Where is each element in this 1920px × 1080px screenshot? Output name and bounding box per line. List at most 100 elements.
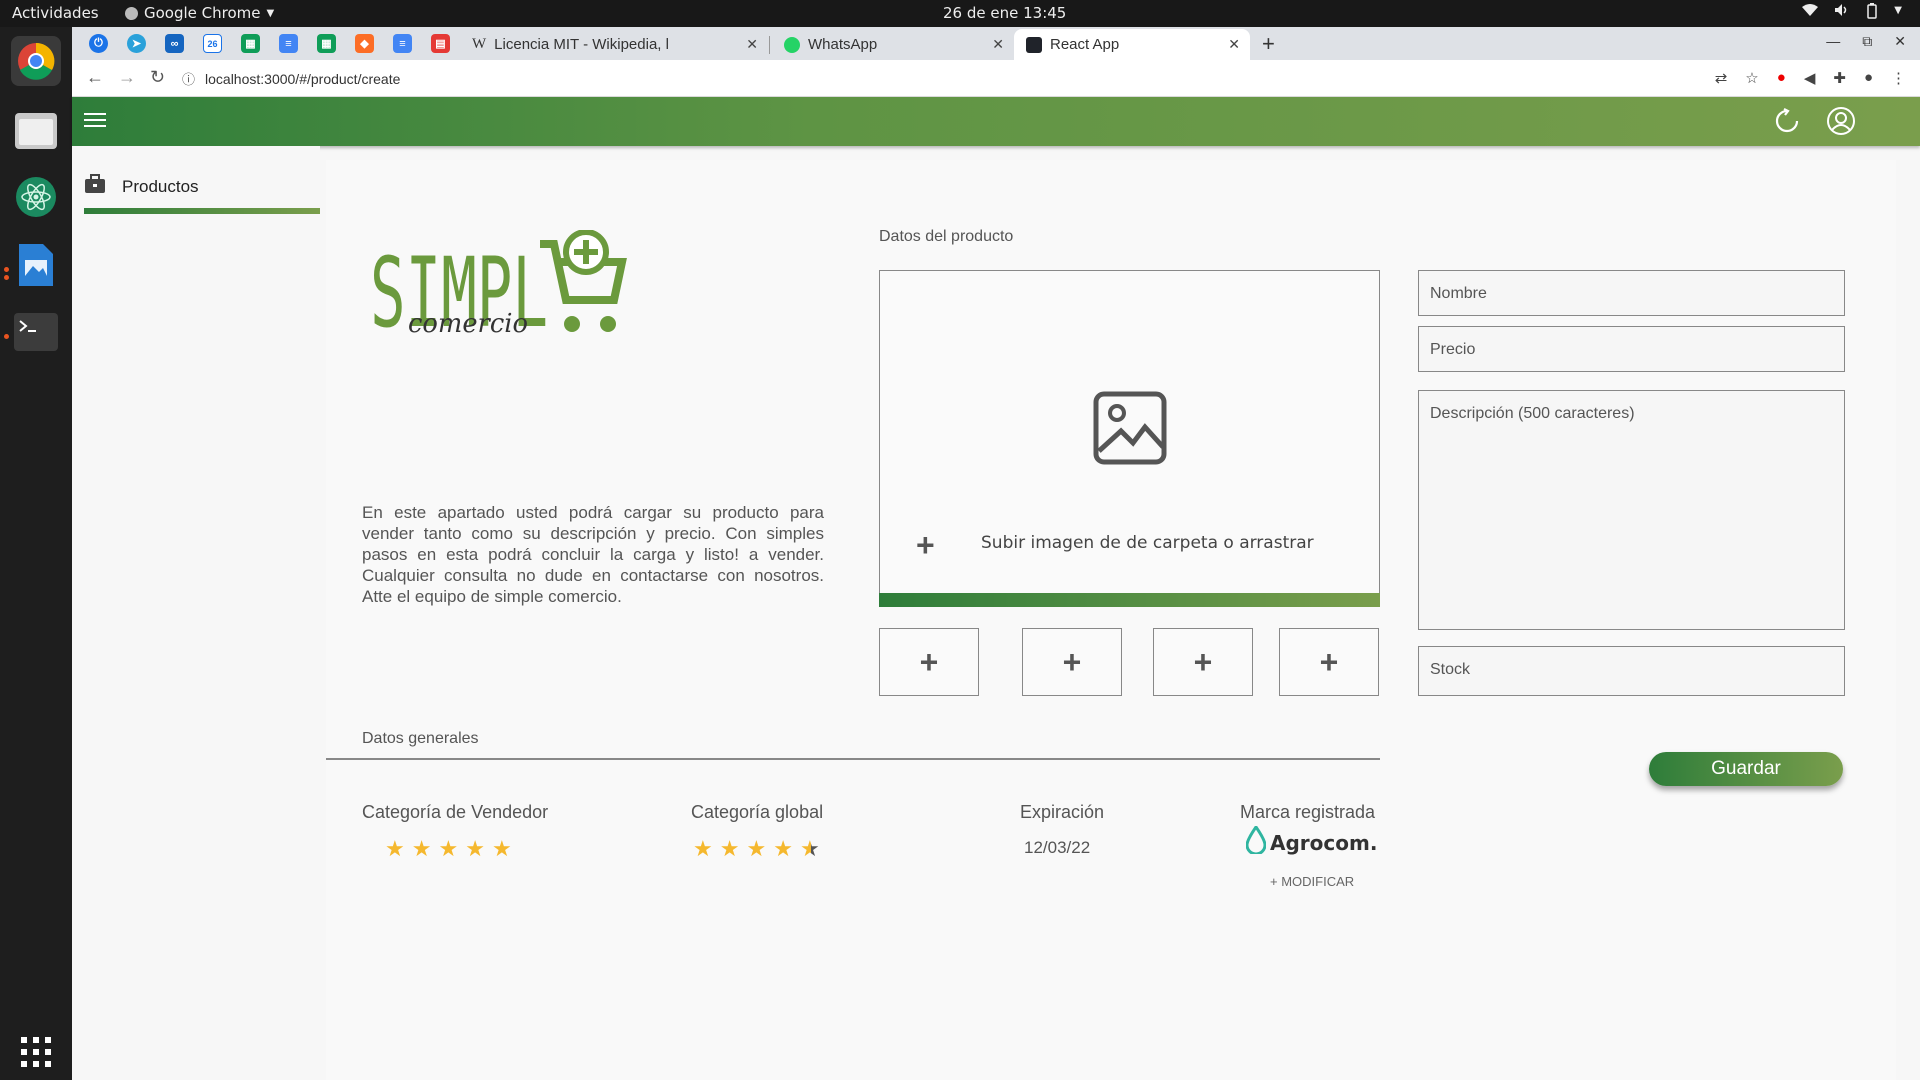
minimize-icon[interactable]: —	[1826, 33, 1840, 50]
account-icon[interactable]	[1826, 106, 1856, 141]
forward-arrow-icon[interactable]: →	[118, 67, 136, 88]
pinned-tab-icon[interactable]: ∞	[165, 34, 184, 53]
close-window-icon[interactable]: ✕	[1894, 33, 1906, 50]
star-icon: ★	[385, 836, 405, 861]
plus-icon: +	[919, 643, 939, 680]
chevron-down-icon: ▼	[266, 7, 275, 19]
star-icon: ★	[693, 836, 713, 861]
upload-progress-bar	[879, 593, 1380, 607]
activities-button[interactable]: Actividades	[12, 4, 99, 22]
running-indicator	[4, 334, 9, 339]
opera-extension-icon[interactable]: ●	[1777, 69, 1786, 87]
modify-brand-link[interactable]: + MODIFICAR	[1270, 874, 1354, 889]
gitlab-tab-icon[interactable]: ◆	[355, 34, 374, 53]
impress-dock-icon[interactable]	[11, 240, 61, 290]
profile-avatar[interactable]: ●	[1864, 69, 1873, 87]
new-tab-button[interactable]: +	[1262, 31, 1275, 57]
tab-label: React App	[1050, 36, 1120, 53]
wifi-icon	[1802, 3, 1819, 23]
system-top-bar: Actividades Google Chrome ▼ 26 de ene 13…	[0, 0, 1920, 27]
thumbnail-slot-4[interactable]: +	[1279, 628, 1379, 696]
docs-tab-icon[interactable]: ≡	[393, 34, 412, 53]
tab-wikipedia[interactable]: W Licencia MIT - Wikipedia, l ✕	[460, 29, 768, 60]
close-icon[interactable]: ✕	[992, 36, 1004, 53]
sheets-tab-icon[interactable]: ▦	[241, 34, 260, 53]
simple-comercio-logo: SIMPL comercio	[370, 229, 640, 349]
tab-label: Licencia MIT - Wikipedia, l	[494, 36, 669, 53]
star-icon: ★	[438, 836, 459, 861]
address-bar[interactable]: ⓘ localhost:3000/#/product/create	[182, 65, 1742, 92]
close-icon[interactable]: ✕	[1228, 36, 1240, 53]
telegram-tab-icon[interactable]: ➤	[127, 34, 146, 53]
tab-label: WhatsApp	[808, 36, 878, 53]
tab-react-app[interactable]: React App ✕	[1014, 29, 1250, 60]
system-tray[interactable]: ▼	[1802, 3, 1902, 23]
pinned-tab-icon[interactable]: ⏻	[89, 34, 108, 53]
expiration-title: Expiración	[1020, 802, 1105, 822]
sheets-tab-icon[interactable]: ▦	[317, 34, 336, 53]
brand-logo: Agrocom.	[1245, 824, 1378, 859]
chevron-down-icon: ▼	[1894, 5, 1902, 16]
atom-dock-icon[interactable]	[11, 172, 61, 222]
show-apps-icon[interactable]	[11, 1027, 61, 1077]
pinned-tab-icon[interactable]: ▤	[431, 34, 450, 53]
global-rating: ★ ★ ★ ★ ★	[693, 836, 820, 862]
wikipedia-favicon: W	[472, 36, 487, 52]
stock-field[interactable]: Stock	[1418, 646, 1845, 696]
image-dropzone[interactable]: + Subir imagen de de carpeta o arrastrar	[879, 270, 1380, 594]
terminal-dock-icon[interactable]	[11, 307, 61, 357]
bookmark-star-icon[interactable]: ☆	[1745, 69, 1758, 87]
thumbnail-slot-2[interactable]: +	[1022, 628, 1122, 696]
puzzle-icon[interactable]: ✚	[1833, 69, 1846, 87]
chrome-small-icon	[125, 6, 138, 20]
extensions-area: ⇄ ☆ ● ◀ ✚ ● ⋮	[1715, 69, 1906, 87]
files-dock-icon[interactable]	[11, 105, 61, 155]
calendar-tab-icon[interactable]: 26	[203, 34, 222, 53]
star-icon: ★	[746, 836, 767, 861]
upload-label: Subir imagen de de carpeta o arrastrar	[981, 533, 1314, 553]
thumbnail-slot-3[interactable]: +	[1153, 628, 1253, 696]
docs-tab-icon[interactable]: ≡	[279, 34, 298, 53]
brand-title: Marca registrada	[1240, 802, 1376, 822]
translate-icon[interactable]: ⇄	[1715, 69, 1728, 87]
browser-toolbar: ← → ↻ ⓘ localhost:3000/#/product/create …	[72, 60, 1920, 97]
clock[interactable]: 26 de ene 13:45	[943, 4, 1066, 22]
name-field[interactable]: Nombre	[1418, 270, 1845, 316]
whatsapp-favicon	[784, 36, 800, 53]
star-icon: ★	[719, 836, 740, 861]
svg-text:comercio: comercio	[408, 309, 528, 339]
active-indicator	[84, 208, 320, 214]
app-menu[interactable]: Google Chrome ▼	[125, 4, 274, 22]
price-field[interactable]: Precio	[1418, 326, 1845, 372]
running-indicator	[4, 275, 9, 280]
sidebar-item-label: Productos	[122, 176, 199, 196]
volume-icon	[1834, 3, 1850, 23]
save-button[interactable]: Guardar	[1649, 752, 1843, 786]
info-icon[interactable]: ⓘ	[182, 69, 195, 88]
section-divider	[326, 758, 1380, 760]
app-menu-label: Google Chrome	[144, 4, 261, 22]
star-icon: ★	[773, 836, 793, 861]
plus-icon: +	[1193, 643, 1213, 680]
close-icon[interactable]: ✕	[746, 36, 758, 53]
react-favicon	[1026, 36, 1042, 53]
restore-icon[interactable]: ⧉	[1862, 33, 1872, 50]
volume-extension-icon[interactable]: ◀	[1804, 69, 1816, 87]
window-controls: — ⧉ ✕	[1826, 33, 1906, 50]
intro-text: En este apartado usted podrá cargar su p…	[362, 503, 824, 606]
hamburger-menu-icon[interactable]	[84, 113, 106, 131]
chrome-dock-icon[interactable]	[11, 36, 61, 86]
kebab-menu-icon[interactable]: ⋮	[1891, 69, 1906, 87]
refresh-icon[interactable]	[1774, 108, 1800, 139]
back-arrow-icon[interactable]: ←	[86, 67, 104, 88]
dock	[0, 27, 72, 1080]
general-section-title: Datos generales	[362, 730, 479, 747]
description-field[interactable]: Descripción (500 caracteres)	[1418, 390, 1845, 630]
thumbnail-slot-1[interactable]: +	[879, 628, 979, 696]
tab-whatsapp[interactable]: WhatsApp ✕	[772, 29, 1014, 60]
briefcase-icon	[84, 174, 106, 199]
seller-category-title: Categoría de Vendedor	[362, 802, 549, 822]
sidebar-item-productos[interactable]: Productos	[84, 174, 199, 199]
brand-name: Agrocom.	[1270, 830, 1378, 855]
reload-icon[interactable]: ↻	[150, 67, 165, 88]
